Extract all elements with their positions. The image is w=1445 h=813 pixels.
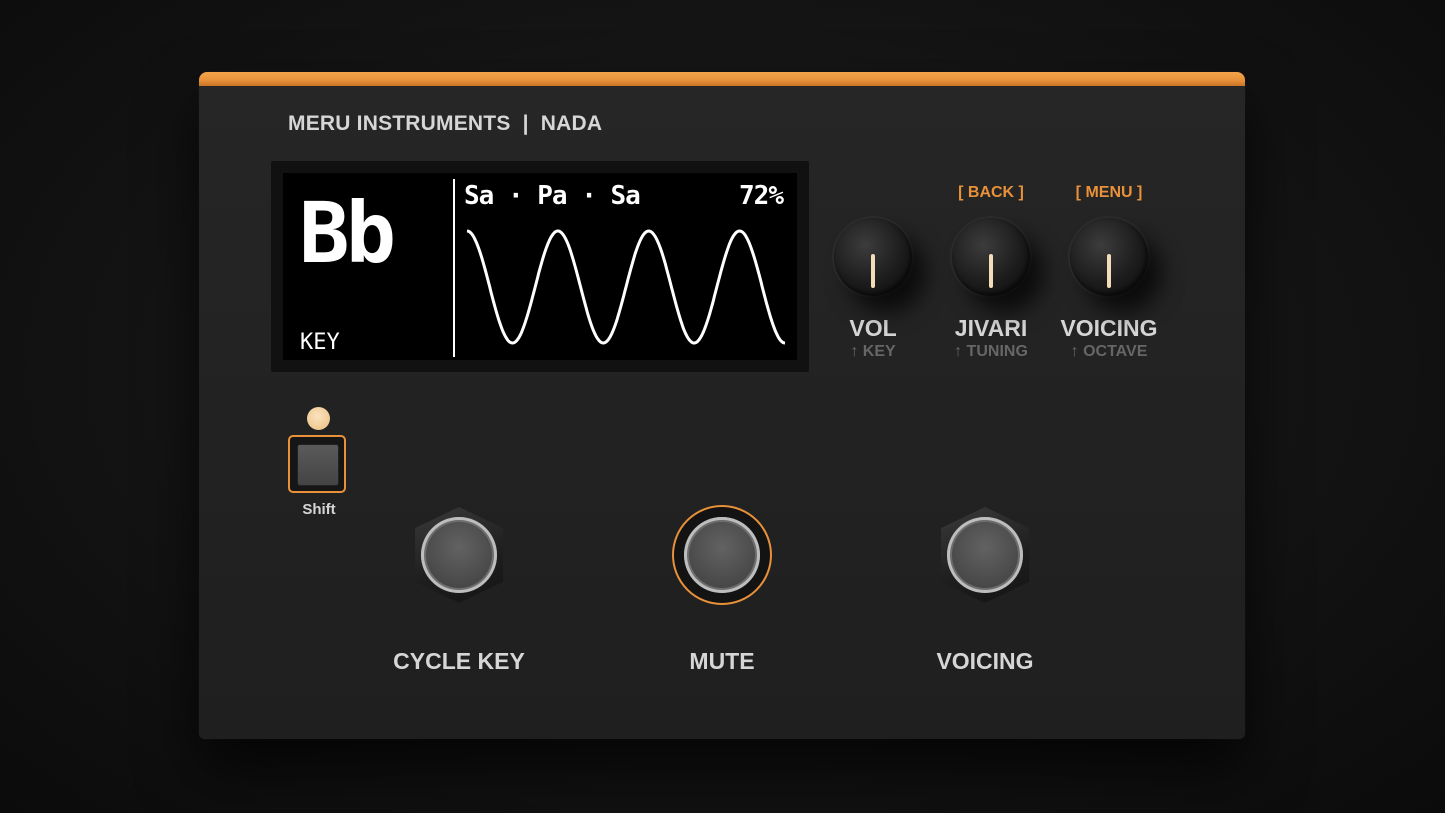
knob-jivari-top-label: [ BACK ] bbox=[958, 184, 1024, 201]
footswitch-cycle-key: CYCLE KEY bbox=[359, 507, 559, 675]
shift-button[interactable] bbox=[288, 435, 346, 493]
mute-label: MUTE bbox=[689, 648, 755, 674]
knob-vol: VOL ↑ KEY bbox=[808, 184, 938, 361]
knob-pointer bbox=[1107, 254, 1111, 288]
voicing-footswitch-label: VOICING bbox=[936, 648, 1034, 674]
knob-jivari-sub-label: ↑ TUNING bbox=[954, 343, 1028, 360]
mute-ring-wrapper bbox=[672, 505, 772, 605]
vol-knob[interactable] bbox=[834, 218, 912, 296]
knob-pointer bbox=[871, 254, 875, 288]
sine-wave bbox=[466, 229, 786, 345]
voicing-footswitch[interactable] bbox=[947, 517, 1023, 593]
cycle-key-label: CYCLE KEY bbox=[393, 648, 525, 674]
key-value: Bb bbox=[299, 184, 396, 282]
display-divider bbox=[453, 179, 455, 357]
waveform-display bbox=[466, 229, 786, 345]
jivari-knob[interactable] bbox=[952, 218, 1030, 296]
knob-vol-top-label bbox=[808, 184, 938, 202]
hex-nut bbox=[415, 507, 503, 603]
knob-vol-sub-label: ↑ KEY bbox=[850, 343, 896, 360]
scale-name: Sa · Pa · Sa bbox=[464, 181, 641, 211]
display-bezel: Bb KEY Sa · Pa · Sa 72% bbox=[271, 161, 809, 372]
cycle-key-footswitch[interactable] bbox=[421, 517, 497, 593]
voicing-knob[interactable] bbox=[1070, 218, 1148, 296]
knob-jivari-label: JIVARI bbox=[954, 315, 1028, 341]
knob-pointer bbox=[989, 254, 993, 288]
shift-button-cap[interactable] bbox=[297, 444, 339, 486]
level-percent: 72% bbox=[739, 181, 784, 211]
nada-device-panel: MERU INSTRUMENTS | NADA Bb KEY Sa · Pa ·… bbox=[199, 72, 1245, 739]
knob-voicing-label: VOICING bbox=[1060, 315, 1158, 341]
footswitch-voicing: VOICING bbox=[885, 507, 1085, 675]
orange-trim bbox=[199, 72, 1245, 86]
knob-voicing-top-label: [ MENU ] bbox=[1075, 184, 1143, 201]
knob-jivari: [ BACK ] JIVARI ↑ TUNING bbox=[926, 184, 1056, 361]
knob-voicing: [ MENU ] VOICING ↑ OCTAVE bbox=[1044, 184, 1174, 361]
mute-footswitch[interactable] bbox=[684, 517, 760, 593]
shift-led-indicator bbox=[307, 407, 330, 430]
key-label: KEY bbox=[300, 330, 340, 355]
knob-vol-label: VOL bbox=[849, 315, 897, 341]
knob-voicing-sub-label: ↑ OCTAVE bbox=[1070, 343, 1148, 360]
hex-nut bbox=[941, 507, 1029, 603]
footswitch-mute: MUTE bbox=[622, 505, 822, 675]
oled-display: Bb KEY Sa · Pa · Sa 72% bbox=[283, 173, 797, 360]
shift-label: Shift bbox=[302, 501, 336, 518]
brand-title: MERU INSTRUMENTS | NADA bbox=[288, 112, 603, 135]
